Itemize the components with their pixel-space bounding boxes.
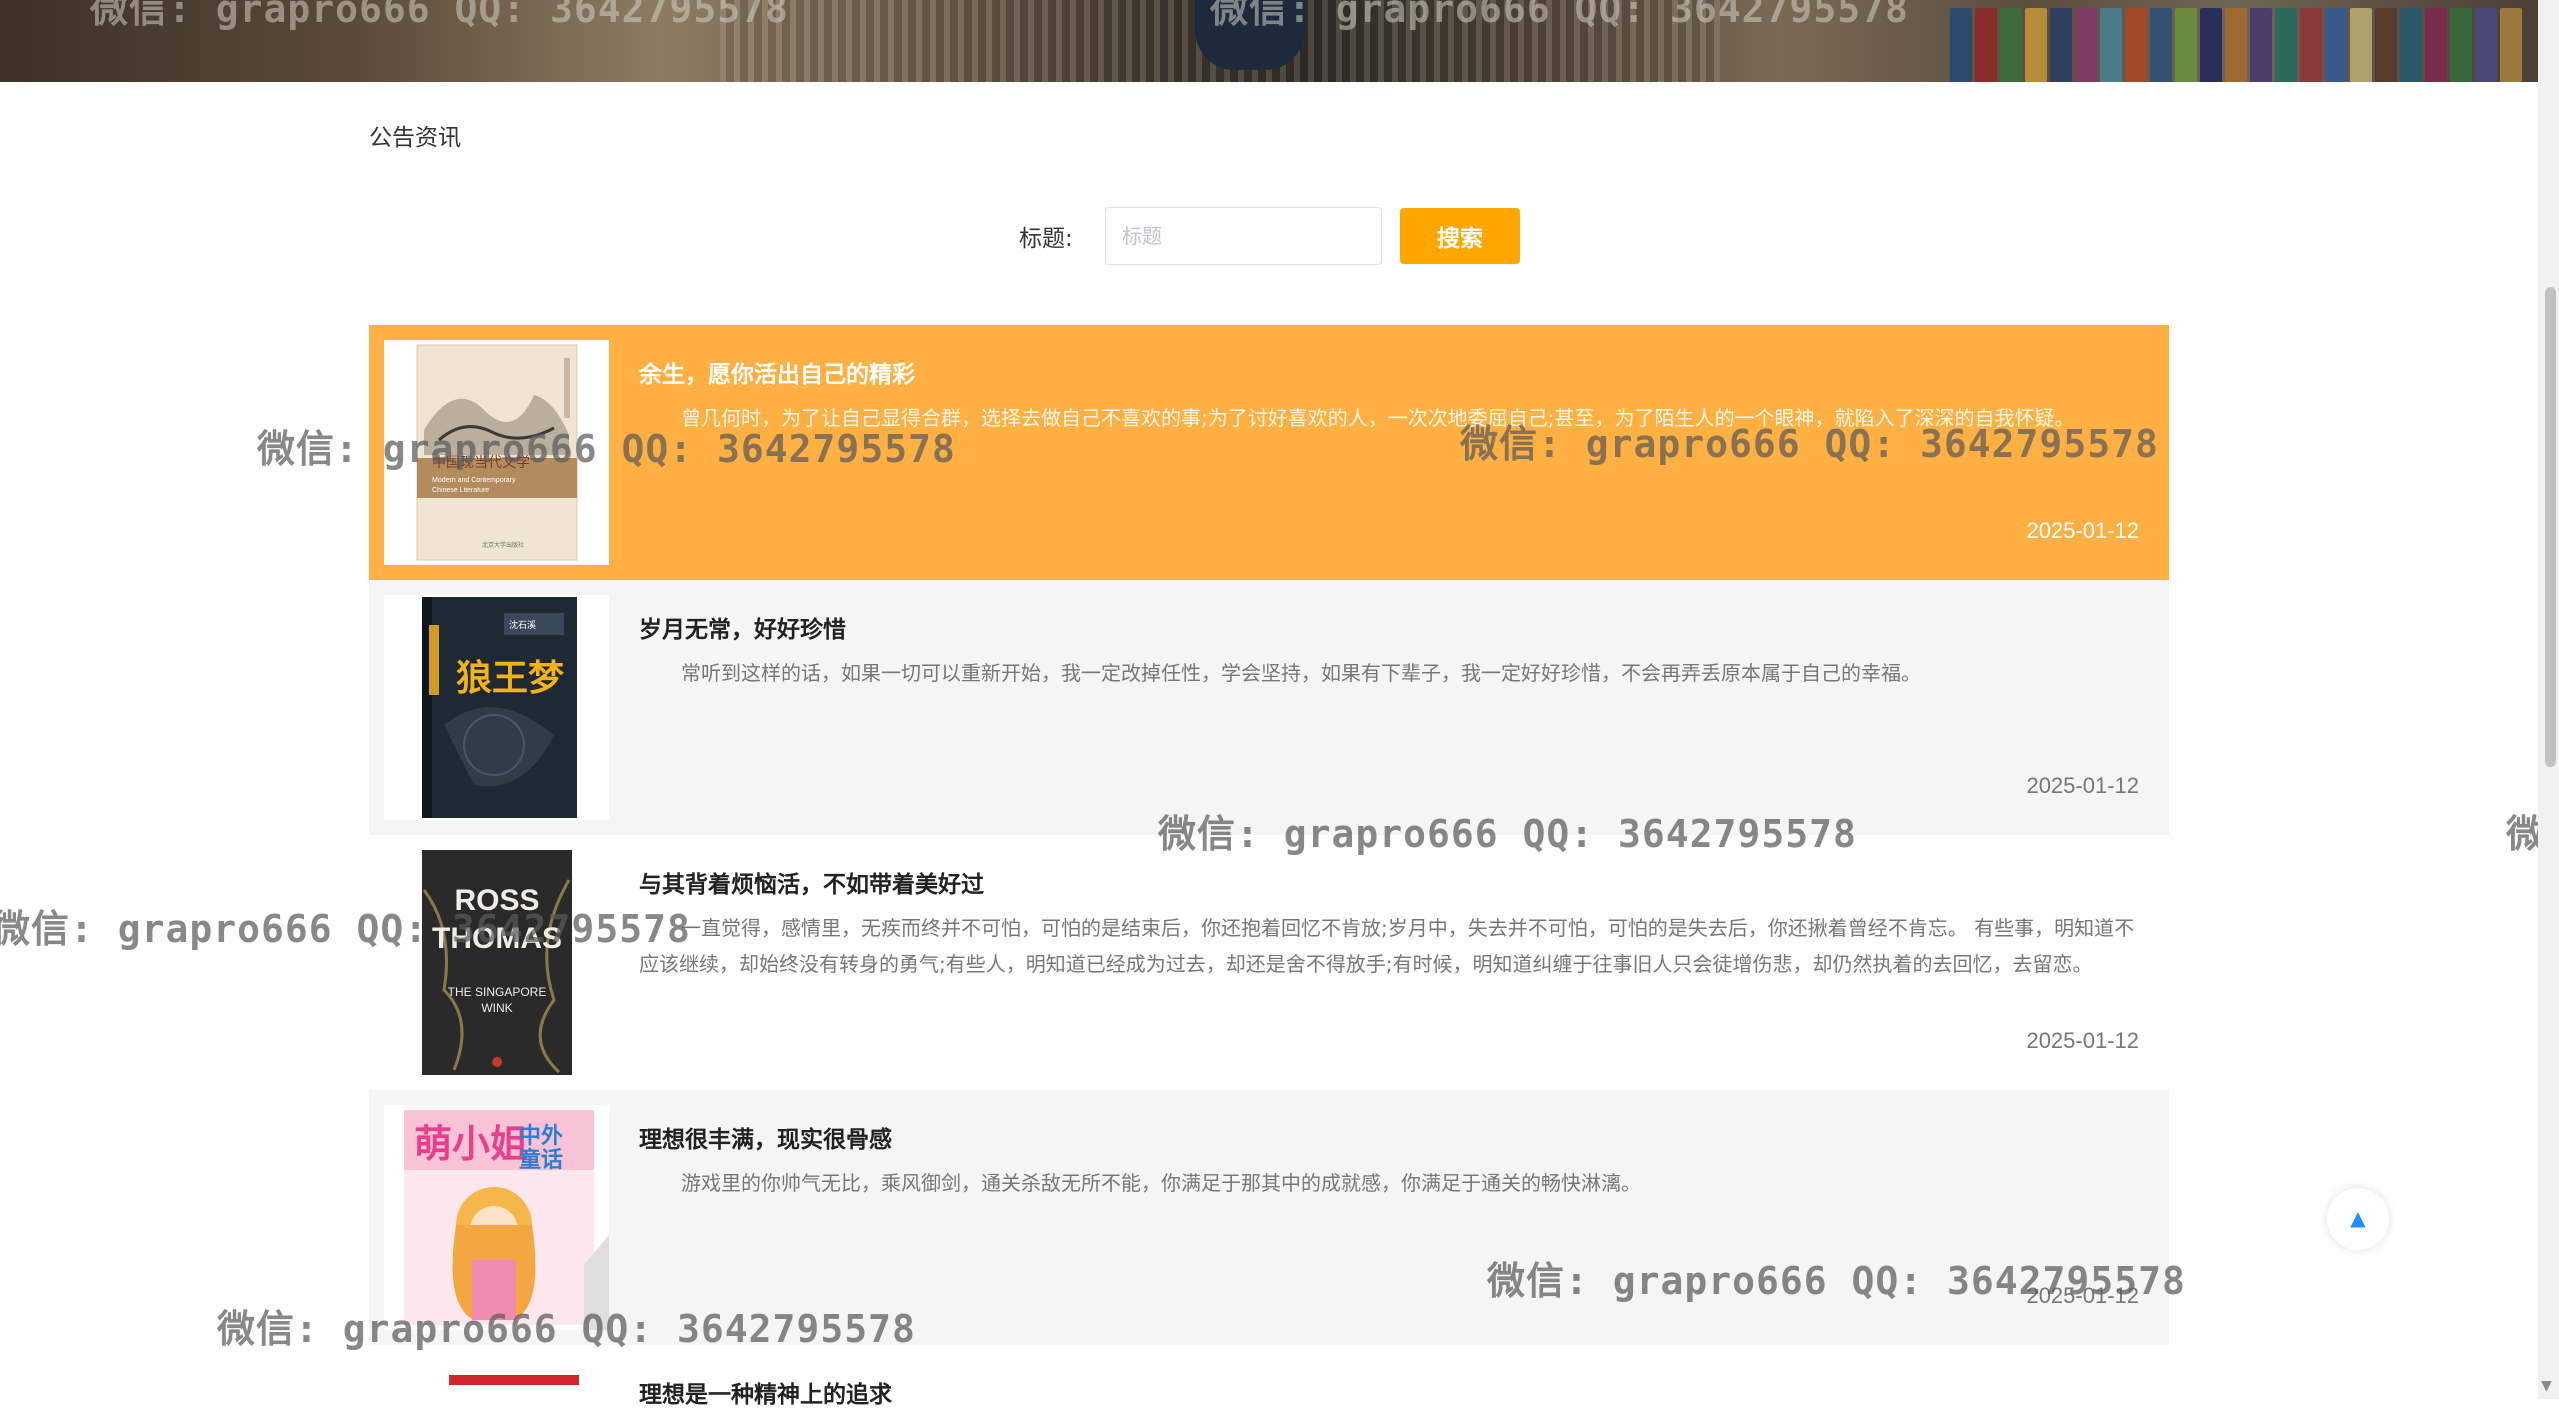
svg-text:THOMAS: THOMAS	[432, 922, 562, 955]
article-summary: 游戏里的你帅气无比，乘风御剑，通关杀敌无所不能，你满足于那其中的成就感，你满足于…	[681, 1171, 1641, 1195]
article-date: 2025-01-12	[2026, 1283, 2139, 1308]
title-search-input[interactable]	[1105, 207, 1382, 265]
caret-up-icon: ▲	[2350, 1206, 2366, 1230]
article-summary: 曾几何时，为了让自己显得合群，选择去做自己不喜欢的事;为了讨好喜欢的人，一次次地…	[681, 406, 2075, 430]
watermark: 微	[2506, 812, 2538, 856]
article-title[interactable]: 理想很丰满，现实很骨感	[639, 1120, 892, 1154]
article-title[interactable]: 岁月无常，好好珍惜	[639, 610, 846, 644]
article-title[interactable]: 与其背着烦恼活，不如带着美好过	[639, 865, 984, 899]
article-item[interactable]: 狼王梦 沈石溪 岁月无常，好好珍惜 常听到这样的话，如果一切可以重新开始，我一定…	[369, 580, 2169, 835]
article-item[interactable]: 中国现当代文学 Modern and Contemporary Chinese …	[369, 325, 2169, 580]
article-cover-image: 狼王梦 沈石溪	[384, 595, 609, 820]
article-item[interactable]: 理想是一种精神上的追求	[369, 1345, 2169, 1420]
article-item[interactable]: ROSS THOMAS THE SINGAPORE WINK 与其背着烦恼活，不…	[369, 835, 2169, 1090]
scroll-down-arrow-icon[interactable]: ▼	[2541, 1378, 2552, 1394]
article-date: 2025-01-12	[2026, 773, 2139, 798]
svg-text:中外: 中外	[519, 1123, 563, 1149]
cover-text: 中国现当代文学	[432, 455, 530, 471]
article-cover-image: 萌小姐 中外 童话	[384, 1105, 609, 1330]
svg-text:Modern and Contemporary: Modern and Contemporary	[432, 477, 516, 484]
svg-text:北京大学出版社: 北京大学出版社	[482, 541, 524, 549]
svg-text:THE SINGAPORE: THE SINGAPORE	[448, 985, 547, 999]
watermark: 微信: grapro666 QQ: 3642795578	[90, 0, 789, 31]
svg-text:Chinese Literature: Chinese Literature	[432, 487, 489, 494]
section-title: 公告资讯	[369, 125, 461, 151]
article-title[interactable]: 理想是一种精神上的追求	[639, 1375, 892, 1409]
search-button[interactable]: 搜索	[1400, 208, 1520, 264]
header-banner-image: 微信: grapro666 QQ: 3642795578 微信: grapro6…	[0, 0, 2538, 82]
scrollbar-thumb[interactable]	[2545, 287, 2556, 767]
article-summary: 常听到这样的话，如果一切可以重新开始，我一定改掉任性，学会坚持，如果有下辈子，我…	[681, 661, 1921, 685]
svg-text:ROSS: ROSS	[454, 884, 539, 917]
svg-text:WINK: WINK	[481, 1001, 512, 1015]
svg-text:沈石溪: 沈石溪	[509, 619, 536, 631]
article-cover-image: ROSS THOMAS THE SINGAPORE WINK	[384, 850, 609, 1075]
article-date: 2025-01-12	[2026, 1028, 2139, 1053]
article-date: 2025-01-12	[2026, 518, 2139, 543]
cover-text: 狼王梦	[456, 658, 564, 699]
article-item[interactable]: 萌小姐 中外 童话 理想很丰满，现实很骨感 游戏里的你帅气无比，乘风御剑，通关杀…	[369, 1090, 2169, 1345]
cover-text: 萌小姐	[414, 1122, 528, 1166]
back-to-top-button[interactable]: ▲	[2327, 1188, 2389, 1250]
svg-text:童话: 童话	[519, 1147, 563, 1173]
article-cover-image	[384, 1360, 609, 1420]
article-title[interactable]: 余生，愿你活出自己的精彩	[639, 355, 915, 389]
article-summary: 一直觉得，感情里，无疾而终并不可怕，可怕的是结束后，你还抱着回忆不肯放;岁月中，…	[639, 916, 2135, 976]
search-label: 标题:	[1019, 226, 1073, 252]
article-cover-image: 中国现当代文学 Modern and Contemporary Chinese …	[384, 340, 609, 565]
article-list: 中国现当代文学 Modern and Contemporary Chinese …	[369, 325, 2169, 1420]
